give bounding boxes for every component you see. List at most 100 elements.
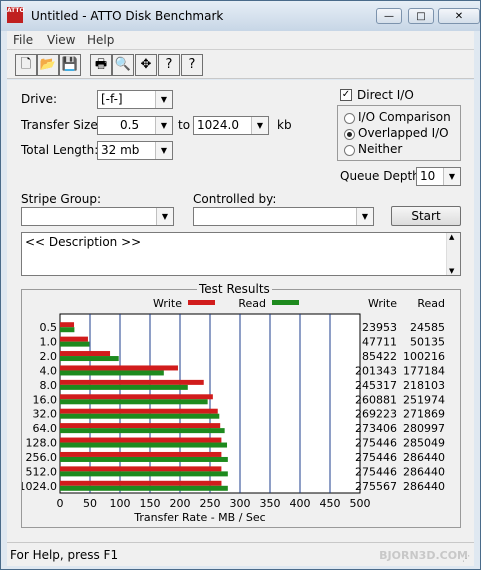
queue-depth-select[interactable]: 10 ▼ (416, 167, 461, 186)
close-button[interactable]: ✕ (438, 8, 480, 24)
move-icon[interactable]: ✥ (135, 54, 157, 76)
write-bar (60, 394, 213, 400)
read-value: 100216 (403, 350, 445, 363)
write-bar (60, 437, 222, 443)
read-value: 24585 (410, 321, 445, 334)
open-folder-icon[interactable]: 📂 (37, 54, 59, 76)
total-length-value: 32 mb (101, 143, 140, 157)
resize-grip-icon[interactable]: ⋰ (462, 554, 472, 564)
chevron-down-icon: ▼ (356, 208, 373, 225)
write-bar (60, 365, 178, 371)
write-value: 275446 (355, 465, 397, 478)
new-document-icon[interactable]: 🗋 (15, 54, 37, 76)
write-bar (60, 322, 75, 328)
write-value: 269223 (355, 408, 397, 421)
title-bar[interactable]: ATTO Untitled - ATTO Disk Benchmark — □ … (1, 1, 480, 31)
write-column-header: Write (368, 297, 397, 310)
y-tick-label: 1.0 (40, 336, 58, 349)
x-tick-label: 0 (57, 497, 64, 510)
y-tick-label: 128.0 (26, 437, 58, 450)
x-tick-label: 100 (110, 497, 131, 510)
write-bar (60, 423, 221, 429)
read-value: 218103 (403, 379, 445, 392)
description-scrollbar[interactable]: ▲ ▼ (446, 233, 460, 275)
menu-help[interactable]: Help (87, 33, 114, 47)
read-bar (60, 456, 228, 462)
benchmark-chart: Write Read 0 50 100 150 200 250 300 350 400 450 500 T… (22, 297, 445, 524)
read-bar (60, 341, 90, 347)
menu-bar: File View Help (7, 31, 474, 49)
read-bar (60, 485, 228, 491)
read-value: 271869 (403, 408, 445, 421)
chevron-down-icon: ▼ (155, 117, 172, 134)
write-bar (60, 351, 111, 357)
queue-depth-value: 10 (420, 169, 436, 183)
chevron-down-icon: ▼ (156, 208, 173, 225)
help-icon[interactable]: ? (158, 54, 180, 76)
io-comparison-radio[interactable] (344, 113, 355, 124)
maximize-button[interactable]: □ (408, 8, 434, 24)
read-value: 286440 (403, 465, 445, 478)
write-value: 275446 (355, 451, 397, 464)
y-tick-label: 16.0 (33, 393, 58, 406)
window-title: Untitled - ATTO Disk Benchmark (31, 9, 224, 23)
main-panel: Drive: [-f-] ▼ Transfer Size: 0.5 ▼ to 1… (7, 80, 474, 542)
y-tick-label: 0.5 (40, 321, 58, 334)
transfer-from-value: 0.5 (120, 118, 140, 132)
x-tick-label: 250 (200, 497, 221, 510)
write-value: 275567 (355, 480, 397, 493)
neither-radio[interactable] (344, 145, 355, 156)
stripe-group-select[interactable]: ▼ (21, 207, 174, 226)
overlapped-io-radio[interactable] (344, 129, 355, 140)
transfer-to-value: 1024.0 (197, 118, 239, 132)
app-window: ATTO Untitled - ATTO Disk Benchmark — □ … (0, 0, 481, 570)
start-button[interactable]: Start (391, 206, 461, 226)
scroll-down-icon[interactable]: ▼ (449, 267, 454, 275)
write-value: 201343 (355, 364, 397, 377)
transfer-size-to-select[interactable]: 1024.0 ▼ (193, 116, 269, 135)
print-icon[interactable]: 🖶 (90, 54, 112, 76)
to-label: to (178, 118, 191, 132)
menu-file[interactable]: File (13, 33, 33, 47)
legend-read-label: Read (238, 297, 266, 310)
kb-label: kb (277, 118, 292, 132)
legend-write-swatch (188, 300, 215, 305)
io-comparison-label: I/O Comparison (358, 110, 451, 124)
save-icon[interactable]: 💾 (59, 54, 81, 76)
watermark-text: BJORN3D.COM (379, 549, 468, 562)
print-preview-icon[interactable]: 🔍 (112, 54, 134, 76)
transfer-size-from-select[interactable]: 0.5 ▼ (97, 116, 173, 135)
read-column-header: Read (417, 297, 445, 310)
chevron-down-icon: ▼ (251, 117, 268, 134)
y-tick-label: 2.0 (40, 350, 58, 363)
description-textarea[interactable]: << Description >> ▲ ▼ (21, 232, 461, 276)
write-value: 47711 (362, 336, 397, 349)
scroll-up-icon[interactable]: ▲ (449, 233, 454, 241)
io-mode-group: I/O Comparison Overlapped I/O Neither (337, 105, 461, 161)
y-tick-label: 4.0 (40, 364, 58, 377)
description-text: << Description >> (25, 235, 142, 249)
read-bar (60, 413, 220, 419)
x-tick-label: 50 (83, 497, 97, 510)
x-tick-label: 400 (290, 497, 311, 510)
read-value: 50135 (410, 336, 445, 349)
menu-view[interactable]: View (47, 33, 75, 47)
stripe-group-label: Stripe Group: (21, 192, 101, 206)
direct-io-checkbox[interactable]: ✓ (340, 89, 352, 101)
queue-depth-label: Queue Depth: (340, 169, 424, 183)
x-tick-label: 450 (320, 497, 341, 510)
context-help-icon[interactable]: ? (181, 54, 203, 76)
overlapped-io-label: Overlapped I/O (358, 126, 449, 140)
read-bar (60, 384, 188, 390)
minimize-button[interactable]: — (376, 8, 402, 24)
neither-label: Neither (358, 142, 403, 156)
read-bar (60, 356, 119, 362)
read-value: 251974 (403, 393, 445, 406)
total-length-select[interactable]: 32 mb ▼ (97, 141, 173, 160)
read-value: 177184 (403, 364, 445, 377)
controlled-by-select[interactable]: ▼ (193, 207, 374, 226)
status-bar: For Help, press F1 BJORN3D.COM ⋰ (7, 542, 474, 566)
y-tick-label: 512.0 (26, 465, 58, 478)
write-value: 273406 (355, 422, 397, 435)
drive-select[interactable]: [-f-] ▼ (97, 90, 173, 109)
